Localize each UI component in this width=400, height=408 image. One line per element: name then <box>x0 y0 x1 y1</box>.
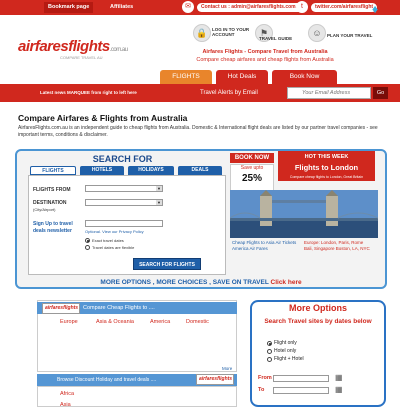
more-options-title: More Options <box>289 303 347 313</box>
more-link[interactable]: More <box>222 366 232 371</box>
logo[interactable]: airfaresflights.com.au <box>18 38 128 55</box>
region-asia[interactable]: Asia <box>60 402 71 408</box>
save-upto-label: Save upto <box>240 165 264 171</box>
region-domestic[interactable]: Domestic <box>186 319 209 325</box>
save-badge: Save upto 25% <box>230 164 274 191</box>
flexible-dates-radio[interactable] <box>85 245 90 250</box>
twitter-icon[interactable]: t <box>296 1 308 13</box>
search-flights-button[interactable]: SEARCH FOR FLIGHTS <box>133 258 201 270</box>
more-options-text: MORE OPTIONS , MORE CHOICES , SAVE ON TR… <box>100 279 269 286</box>
go-button[interactable]: Go <box>373 87 388 99</box>
book-now-button[interactable]: BOOK NOW <box>230 153 274 163</box>
promo-europe[interactable]: Europe: London, Paris, Rome Bali, Singap… <box>304 240 372 252</box>
tower-bridge-image[interactable] <box>230 190 378 238</box>
lock-icon[interactable]: 🔒 <box>193 24 211 42</box>
region-africa[interactable]: Africa <box>60 391 74 397</box>
promo-asia-america[interactable]: Cheap Flights to Asia Air Tickets Americ… <box>232 240 300 252</box>
search-tab-holidays[interactable]: HOLIDAYS <box>128 166 174 175</box>
calendar-icon[interactable]: ▦ <box>335 373 343 382</box>
flights-to-london-title[interactable]: Flights to London <box>278 163 375 173</box>
from-label: From <box>258 375 272 381</box>
logo-subtitle: COMPARE TRAVEL AU <box>60 55 103 60</box>
save-percent: 25% <box>241 173 262 184</box>
twitter-link[interactable]: twitter.com/airfaresflight <box>311 3 378 12</box>
tab-book-now[interactable]: Book Now <box>272 70 337 84</box>
newsletter-email-field[interactable] <box>85 220 163 227</box>
flight-hotel-label: Flight + Hotel <box>274 356 304 362</box>
tab-hot-deals[interactable]: Hot Deals <box>216 70 268 84</box>
travel-guide-link[interactable]: TRAVEL GUIDE <box>259 36 305 41</box>
region-asia-oceania[interactable]: Asia & Oceania <box>96 319 134 325</box>
privacy-note[interactable]: Optional. View our Privacy Policy <box>85 229 144 234</box>
flight-hotel-radio[interactable] <box>267 357 272 362</box>
tab-flights[interactable]: FLIGHTS <box>160 70 212 84</box>
chevron-down-icon: ▼ <box>156 200 162 205</box>
page-title: Compare Airfares & Flights from Australi… <box>18 113 188 123</box>
hot-this-week-label: HOT THIS WEEK <box>278 151 375 163</box>
tagline-sub: Compare cheap airfares and cheap flights… <box>196 57 334 63</box>
more-options-subtitle: Search Travel sites by dates below <box>264 318 372 325</box>
mail-icon[interactable]: ✉ <box>182 1 194 13</box>
click-here-link[interactable]: Click here <box>271 279 302 286</box>
newsletter-label[interactable]: Sign Up to travel deals newsletter <box>33 221 83 235</box>
flights-from-label: FLIGHTS FROM <box>33 187 71 193</box>
bookmark-tab[interactable]: Bookmark page <box>44 2 94 13</box>
login-link[interactable]: LOG IN TO YOUR ACCOUNT <box>212 27 254 37</box>
destination-hint: (City/Airport) <box>33 207 56 212</box>
email-field[interactable] <box>287 87 371 99</box>
search-tab-deals[interactable]: DEALS <box>178 166 222 175</box>
london-subtitle: Compare cheap flights to London, Great B… <box>278 173 375 181</box>
calendar-icon[interactable]: ▦ <box>335 385 343 394</box>
region-europe[interactable]: Europe <box>60 319 78 325</box>
more-options-bar[interactable]: MORE OPTIONS , MORE CHOICES , SAVE ON TR… <box>17 277 385 289</box>
search-tab-flights[interactable]: FLIGHTS <box>30 166 76 175</box>
destination-label: DESTINATION <box>33 200 67 206</box>
region-america[interactable]: America <box>150 319 170 325</box>
search-tab-hotels[interactable]: HOTELS <box>80 166 124 175</box>
travel-alerts-label: Travel Alerts by Email <box>200 90 258 96</box>
flexible-dates-label: Travel dates are flexible <box>92 245 135 250</box>
flight-only-label: Flight only <box>274 340 297 346</box>
tagline: Airfares Flights - Compare Travel from A… <box>202 49 328 55</box>
contact-link[interactable]: Contact us : admin@airfaresflights.com.a… <box>197 3 307 12</box>
destination-select[interactable]: ▼ <box>85 199 163 206</box>
exact-dates-radio[interactable] <box>85 238 90 243</box>
hotel-only-label: Hotel only <box>274 348 297 354</box>
chevron-down-icon: ▼ <box>156 186 162 191</box>
brand-tag-logo: airfaresflights <box>42 303 80 314</box>
to-label: To <box>258 387 265 393</box>
news-marquee[interactable]: Latest news MARQUEE from right to left h… <box>40 90 137 95</box>
to-date-select[interactable] <box>273 387 329 394</box>
exact-dates-label: Exact travel dates <box>92 238 124 243</box>
bird-icon: ♦ <box>372 2 379 16</box>
plan-travel-link[interactable]: PLAN YOUR TRAVEL <box>327 33 382 38</box>
from-date-select[interactable] <box>273 375 329 382</box>
flight-only-radio[interactable] <box>267 341 272 346</box>
intro-text: AirfaresFlights.com.au is an independent… <box>18 125 378 138</box>
flights-from-select[interactable]: ▼ <box>85 185 163 192</box>
affiliates-tab[interactable]: Affiliates <box>106 2 137 13</box>
brand-tag-logo: airfaresflights <box>196 374 234 385</box>
hotel-only-radio[interactable] <box>267 349 272 354</box>
search-heading: SEARCH FOR <box>92 154 153 164</box>
person-icon[interactable]: ☺ <box>308 24 326 42</box>
